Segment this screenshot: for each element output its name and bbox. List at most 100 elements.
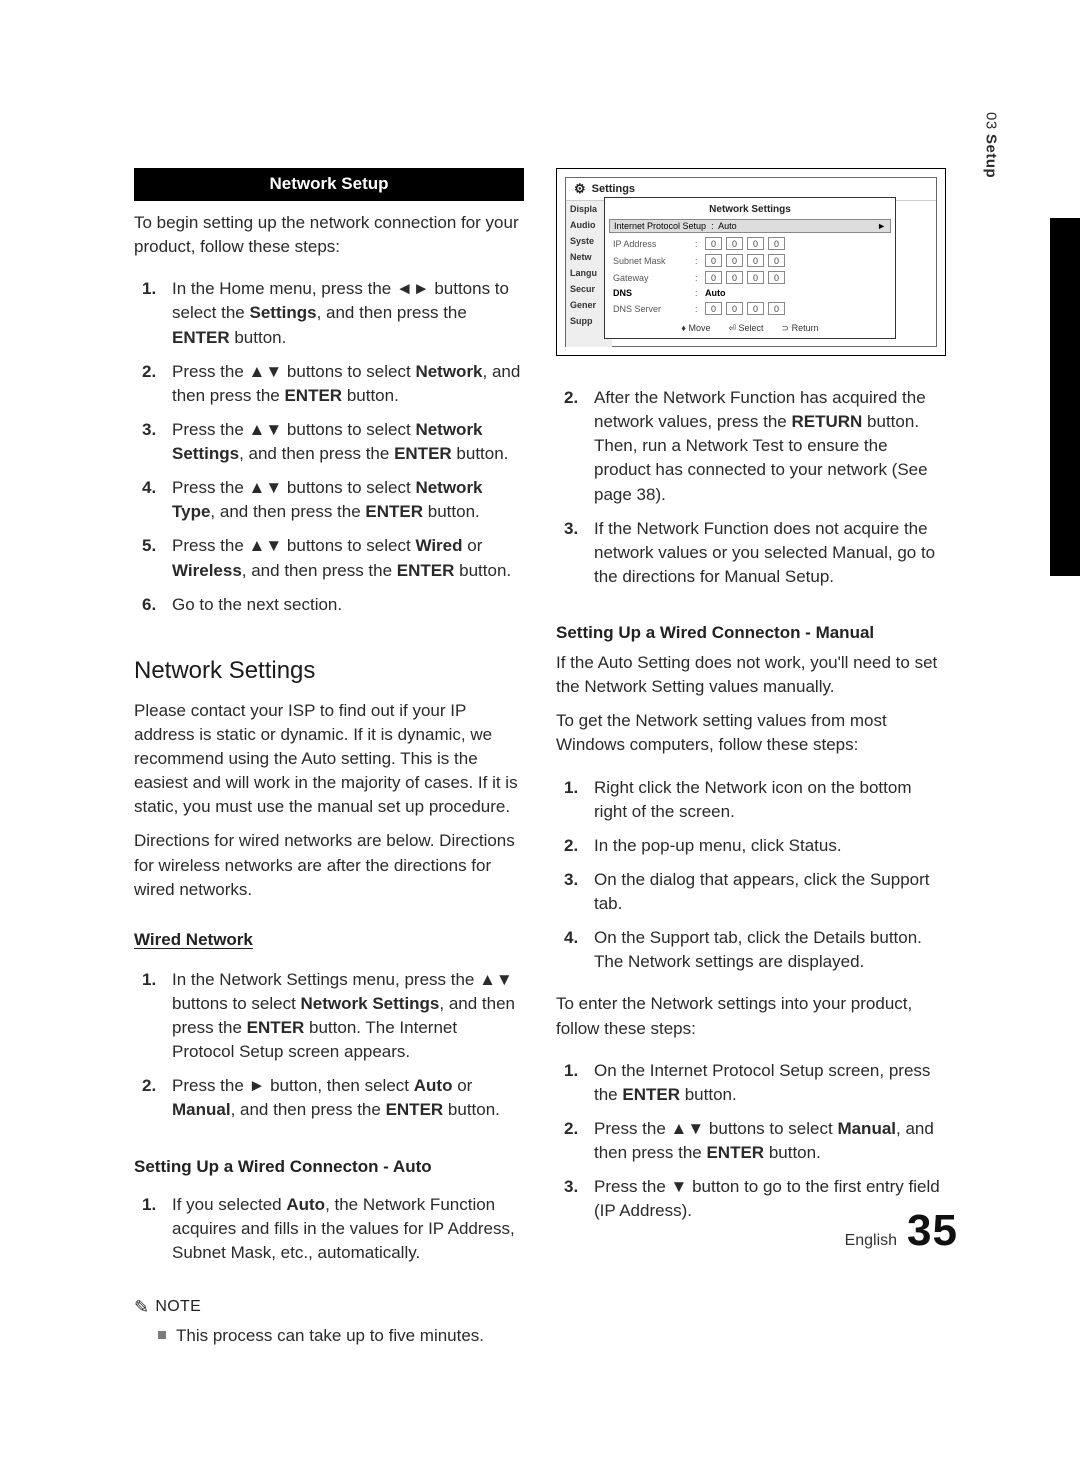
list-number: 1. — [142, 277, 162, 349]
list-text: Right click the Network icon on the bott… — [594, 776, 946, 824]
list-number: 2. — [564, 386, 584, 507]
list-item: 1.On the Internet Protocol Setup screen,… — [564, 1059, 946, 1107]
list-item: 1.Right click the Network icon on the bo… — [564, 776, 946, 824]
legend-select: ⏎ Select — [728, 323, 763, 334]
list-text: On the Support tab, click the Details bu… — [594, 926, 946, 974]
ss-ip-octet[interactable]: 0 — [705, 237, 722, 250]
ss-dns-value: Auto — [705, 288, 726, 298]
list-item: 5.Press the ▲▼ buttons to select Wired o… — [142, 534, 524, 582]
ss-ip-row-label: Gateway — [613, 273, 689, 283]
list-text: Press the ▲▼ buttons to select Wired or … — [172, 534, 524, 582]
intro-paragraph: To begin setting up the network connecti… — [134, 211, 524, 259]
list-item: 2.Press the ► button, then select Auto o… — [142, 1074, 524, 1122]
list-item: 3.Press the ▲▼ buttons to select Network… — [142, 418, 524, 466]
list-number: 3. — [564, 868, 584, 916]
heading-network-settings: Network Settings — [134, 657, 524, 685]
ss-ip-octets: 0000 — [705, 254, 785, 267]
list-item: 3.If the Network Function does not acqui… — [564, 517, 946, 589]
list-number: 2. — [564, 1117, 584, 1165]
list-number: 1. — [564, 1059, 584, 1107]
bullet-square-icon — [158, 1331, 166, 1339]
list-item: 2.Press the ▲▼ buttons to select Manual,… — [564, 1117, 946, 1165]
list-text: On the Internet Protocol Setup screen, p… — [594, 1059, 946, 1107]
chapter-title: Setup — [983, 134, 1000, 178]
page-body: Network Setup To begin setting up the ne… — [134, 168, 948, 1348]
list-number: 3. — [142, 418, 162, 466]
enter-p: To enter the Network settings into your … — [556, 992, 946, 1040]
legend-move: ♦ Move — [681, 323, 710, 334]
thumb-index-bar — [1050, 218, 1080, 576]
ss-ip-row-label: IP Address — [613, 239, 689, 249]
ss-dns-server-label: DNS Server — [613, 304, 689, 314]
list-text: On the dialog that appears, click the Su… — [594, 868, 946, 916]
heading-wired-manual: Setting Up a Wired Connecton - Manual — [556, 623, 946, 643]
ss-ip-octets: 0000 — [705, 271, 785, 284]
heading-network-setup: Network Setup — [134, 168, 524, 201]
setup-steps: 1.In the Home menu, press the ◄► buttons… — [134, 277, 524, 627]
colon: : — [695, 273, 699, 283]
note-heading: ✎ NOTE — [134, 1297, 524, 1318]
note-text: This process can take up to five minutes… — [176, 1324, 484, 1348]
ss-ip-octet[interactable]: 0 — [768, 302, 785, 315]
ss-ip-octet[interactable]: 0 — [768, 254, 785, 267]
ss-ip-octet[interactable]: 0 — [726, 237, 743, 250]
ss-ip-octet[interactable]: 0 — [747, 254, 764, 267]
ss-legend: ♦ Move ⏎ Select ⊃ Return — [613, 323, 887, 334]
heading-wired-network: Wired Network — [134, 930, 524, 950]
list-text: Press the ▲▼ buttons to select Network S… — [172, 418, 524, 466]
chapter-tab: 03 Setup — [980, 112, 1002, 212]
list-text: If the Network Function does not acquire… — [594, 517, 946, 589]
ss-ip-row: IP Address:0000 — [613, 235, 887, 252]
list-text: Go to the next section. — [172, 593, 342, 617]
ss-row-dns-server: DNS Server : 0000 — [613, 300, 887, 317]
ss-ip-setup-value: Auto — [718, 221, 737, 231]
ss-row-ip-setup[interactable]: Internet Protocol Setup : Auto ► — [609, 219, 891, 233]
footer-page-number: 35 — [907, 1206, 958, 1256]
colon: : — [695, 256, 699, 266]
ss-dns-server-ip: 0000 — [705, 302, 785, 315]
chapter-number: 03 — [983, 112, 1000, 130]
gear-icon: ⚙ — [574, 181, 586, 197]
ss-ip-octet[interactable]: 0 — [726, 254, 743, 267]
ss-ip-octet[interactable]: 0 — [747, 237, 764, 250]
ss-ip-octet[interactable]: 0 — [768, 271, 785, 284]
list-item: 2.In the pop-up menu, click Status. — [564, 834, 946, 858]
ss-dns-label: DNS — [613, 288, 689, 298]
left-column: Network Setup To begin setting up the ne… — [134, 168, 524, 1348]
list-text: After the Network Function has acquired … — [594, 386, 946, 507]
list-number: 2. — [564, 834, 584, 858]
list-number: 1. — [142, 1193, 162, 1265]
ss-ip-octet[interactable]: 0 — [726, 302, 743, 315]
ss-ip-octet[interactable]: 0 — [705, 271, 722, 284]
list-text: In the Network Settings menu, press the … — [172, 968, 524, 1065]
ss-ip-row-label: Subnet Mask — [613, 256, 689, 266]
ss-ip-octet[interactable]: 0 — [726, 271, 743, 284]
ss-ip-octet[interactable]: 0 — [705, 302, 722, 315]
note-icon: ✎ — [134, 1297, 149, 1318]
list-number: 4. — [564, 926, 584, 974]
manual-steps: 1.Right click the Network icon on the bo… — [556, 776, 946, 985]
list-number: 6. — [142, 593, 162, 617]
ss-ip-setup-label: Internet Protocol Setup — [614, 221, 706, 231]
note-label: NOTE — [155, 1298, 201, 1316]
wired-steps: 1.In the Network Settings menu, press th… — [134, 968, 524, 1133]
list-number: 5. — [142, 534, 162, 582]
list-item: 4.Press the ▲▼ buttons to select Network… — [142, 476, 524, 524]
ss-ip-octet[interactable]: 0 — [747, 271, 764, 284]
list-number: 4. — [142, 476, 162, 524]
ss-ip-octet[interactable]: 0 — [768, 237, 785, 250]
ss-ip-row: Gateway:0000 — [613, 269, 887, 286]
list-text: If you selected Auto, the Network Functi… — [172, 1193, 524, 1265]
ss-ip-octet[interactable]: 0 — [747, 302, 764, 315]
colon: : — [695, 239, 699, 249]
manual-p2: To get the Network setting values from m… — [556, 709, 946, 757]
list-item: 6. Go to the next section. — [142, 593, 524, 617]
list-text: In the Home menu, press the ◄► buttons t… — [172, 277, 524, 349]
list-item: 2.Press the ▲▼ buttons to select Network… — [142, 360, 524, 408]
ss-row-dns: DNS : Auto — [613, 286, 887, 300]
list-number: 2. — [142, 1074, 162, 1122]
ss-ip-octet[interactable]: 0 — [705, 254, 722, 267]
list-item: 4.On the Support tab, click the Details … — [564, 926, 946, 974]
list-item: 1.In the Home menu, press the ◄► buttons… — [142, 277, 524, 349]
list-item: 1.In the Network Settings menu, press th… — [142, 968, 524, 1065]
